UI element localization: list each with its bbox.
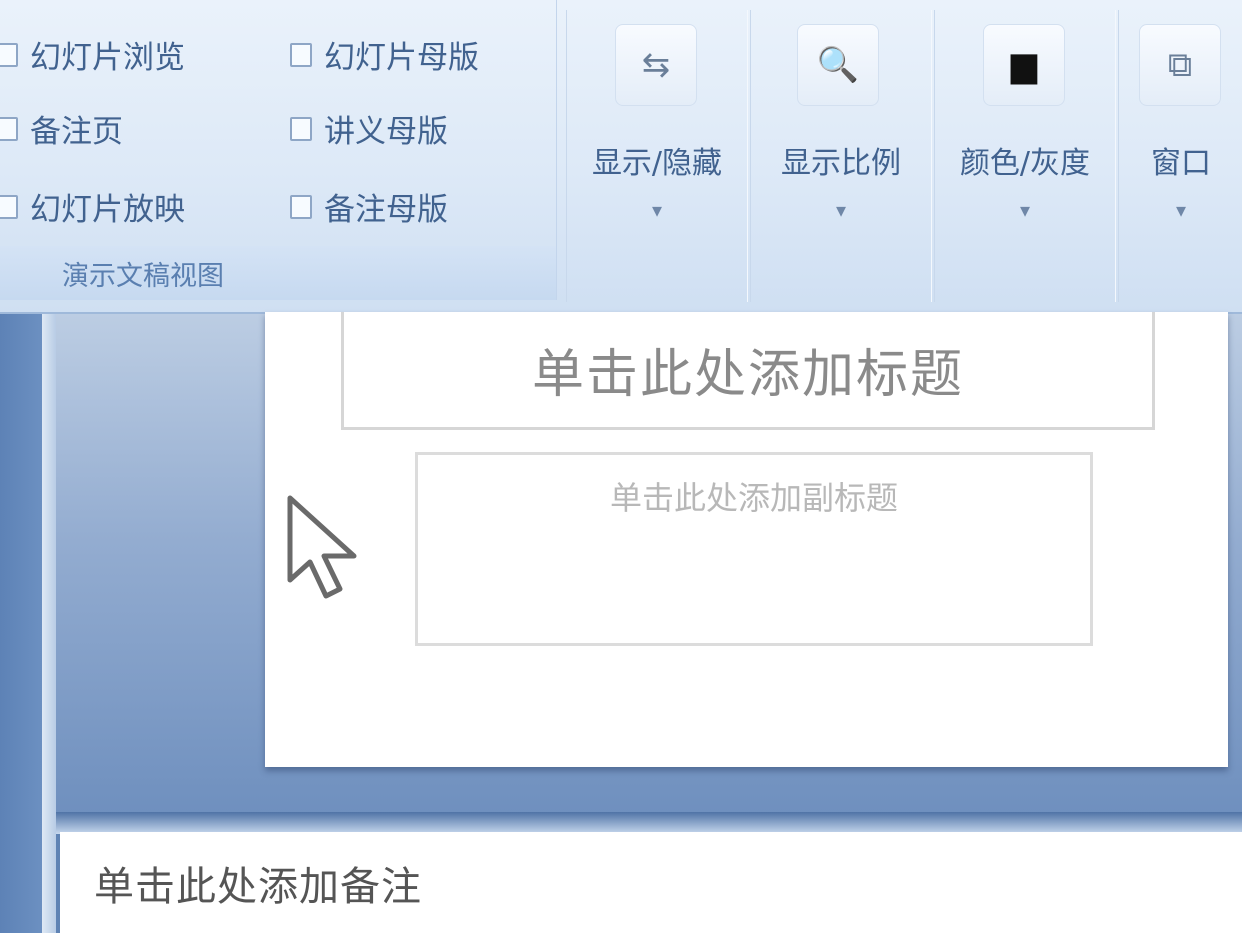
zoom-button[interactable]: 🔍 显示比例 ▾ <box>750 10 932 302</box>
button-label: 显示/隐藏 <box>591 146 723 181</box>
checkbox-box[interactable] <box>290 194 312 219</box>
checkbox-label: 备注母版 <box>324 192 448 228</box>
checkbox-box[interactable] <box>290 42 312 67</box>
chevron-down-icon: ▾ <box>1019 198 1031 222</box>
color-grayscale-icon: ▆ <box>983 24 1065 106</box>
checkbox-label: 备注页 <box>30 114 123 150</box>
button-label: 颜色/灰度 <box>959 146 1091 181</box>
checkbox-box[interactable] <box>0 42 18 67</box>
title-placeholder[interactable]: 单击此处添加标题 <box>341 312 1155 430</box>
checkbox-label: 幻灯片放映 <box>30 192 185 228</box>
notes-splitter[interactable] <box>56 812 1242 834</box>
chevron-down-icon: ▾ <box>1175 198 1187 222</box>
checkbox-label: 讲义母版 <box>324 114 448 150</box>
checkbox-handout-master[interactable]: 讲义母版 <box>290 106 448 151</box>
button-label: 窗口 <box>1151 146 1211 181</box>
chevron-down-icon: ▾ <box>651 198 663 222</box>
checkbox-label: 幻灯片浏览 <box>30 40 185 76</box>
notes-pane[interactable]: 单击此处添加备注 <box>60 832 1242 933</box>
checkbox-notes-page[interactable]: 备注页 <box>0 106 123 151</box>
slide[interactable]: 单击此处添加标题 单击此处添加副标题 <box>265 312 1228 767</box>
show-hide-icon: ⇆ <box>615 24 697 106</box>
subtitle-placeholder[interactable]: 单击此处添加副标题 <box>415 452 1093 646</box>
checkbox-box[interactable] <box>0 194 18 219</box>
checkbox-box[interactable] <box>290 116 312 141</box>
window-icon: ⧉ <box>1139 24 1221 106</box>
checkbox-slide-show[interactable]: 幻灯片放映 <box>0 184 185 229</box>
slides-pane[interactable] <box>0 314 42 933</box>
pane-splitter[interactable] <box>42 314 56 933</box>
mouse-cursor-icon <box>287 495 357 599</box>
checkbox-slide-sorter[interactable]: 幻灯片浏览 <box>0 32 185 77</box>
presentation-views-group: 幻灯片浏览 备注页 幻灯片放映 幻灯片母版 讲义母版 备注母版 演示文稿视图 <box>0 0 557 300</box>
checkbox-slide-master[interactable]: 幻灯片母版 <box>290 32 479 77</box>
zoom-icon: 🔍 <box>797 24 879 106</box>
color-grayscale-button[interactable]: ▆ 颜色/灰度 ▾ <box>934 10 1116 302</box>
window-button[interactable]: ⧉ 窗口 ▾ <box>1118 10 1242 302</box>
group-label: 演示文稿视图 <box>0 246 556 300</box>
checkbox-label: 幻灯片母版 <box>324 40 479 76</box>
ribbon: 幻灯片浏览 备注页 幻灯片放映 幻灯片母版 讲义母版 备注母版 演示文稿视图 ⇆… <box>0 0 1242 314</box>
show-hide-button[interactable]: ⇆ 显示/隐藏 ▾ <box>566 10 748 302</box>
checkbox-box[interactable] <box>0 116 18 141</box>
chevron-down-icon: ▾ <box>835 198 847 222</box>
button-label: 显示比例 <box>781 146 901 181</box>
checkbox-notes-master[interactable]: 备注母版 <box>290 184 448 229</box>
notes-placeholder[interactable]: 单击此处添加备注 <box>94 854 422 912</box>
